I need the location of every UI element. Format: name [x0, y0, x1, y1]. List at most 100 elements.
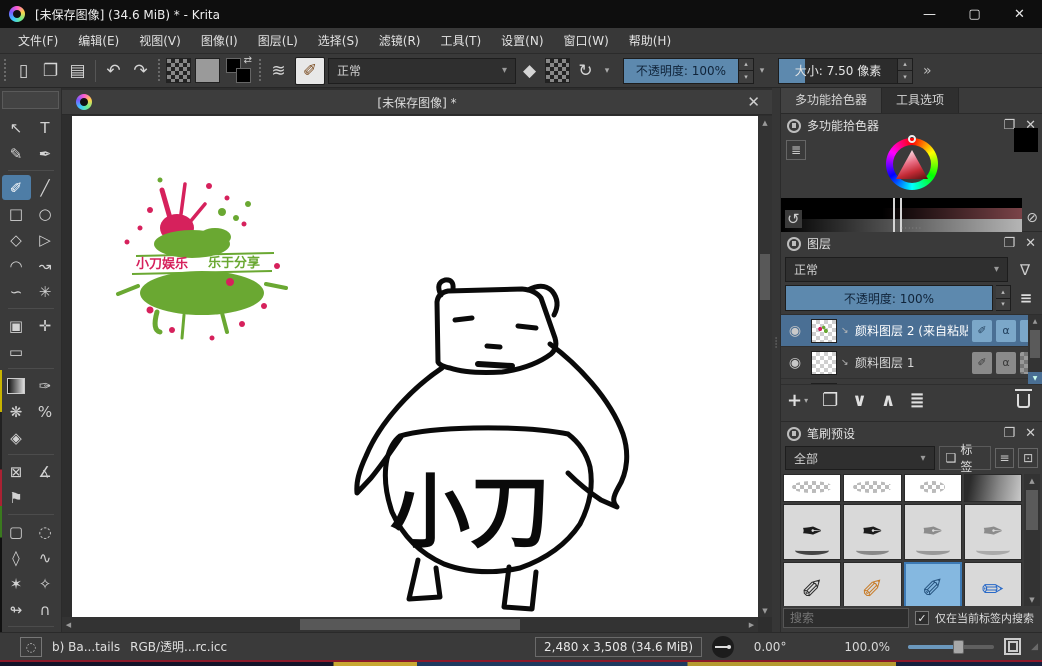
- blending-mode-select[interactable]: 正常 ▾: [328, 58, 516, 84]
- scroll-right-icon[interactable]: ▶: [745, 617, 758, 632]
- brush-preset-watercolor-selected[interactable]: ✐: [904, 562, 962, 606]
- current-brush-name[interactable]: b) Ba...tails: [52, 640, 120, 654]
- lock-icon[interactable]: [787, 237, 801, 251]
- menu-file[interactable]: 文件(F): [8, 28, 68, 54]
- dock-splitter[interactable]: [772, 88, 780, 632]
- background-color[interactable]: [236, 68, 251, 83]
- visibility-eye-icon[interactable]: ◉: [783, 323, 807, 339]
- scroll-down-icon[interactable]: ▼: [1024, 593, 1040, 606]
- subwindow-titlebar[interactable]: [未保存图像] * ✕: [62, 90, 772, 115]
- menu-tools[interactable]: 工具(T): [430, 28, 491, 54]
- menu-help[interactable]: 帮助(H): [619, 28, 681, 54]
- fg-bg-color-chooser[interactable]: ⇄: [225, 57, 252, 84]
- scroll-up-icon[interactable]: ▲: [1028, 315, 1042, 327]
- brush-preset-eraser-circle[interactable]: [843, 474, 901, 502]
- menu-edit[interactable]: 编辑(E): [68, 28, 129, 54]
- brush-preset-eraser-small[interactable]: [904, 474, 962, 502]
- tool-polygon-select[interactable]: ◊: [2, 545, 31, 570]
- canvas-vscrollbar[interactable]: ▲ ▼: [758, 116, 772, 617]
- tool-ellipse-select[interactable]: ◌: [31, 519, 60, 544]
- hscroll-thumb[interactable]: [300, 619, 520, 630]
- tool-color-sampler[interactable]: ✑: [31, 373, 60, 398]
- new-document-icon[interactable]: ▯: [10, 57, 37, 84]
- zoom-slider-handle[interactable]: [953, 640, 964, 654]
- preset-scrollbar[interactable]: ▲ ▼: [1024, 474, 1040, 606]
- layer-filter-icon[interactable]: ∇: [1012, 261, 1038, 279]
- pattern-chooser[interactable]: [195, 58, 220, 83]
- swap-colors-icon[interactable]: ⇄: [244, 55, 252, 66]
- save-icon[interactable]: ▤: [64, 57, 91, 84]
- menu-view[interactable]: 视图(V): [129, 28, 191, 54]
- image-size-label[interactable]: 2,480 x 3,508 (34.6 MiB): [535, 637, 702, 657]
- tool-multibrush[interactable]: ✳: [31, 279, 60, 304]
- preset-display-icon[interactable]: ⊡: [1018, 448, 1038, 468]
- tool-polyline[interactable]: ▷: [31, 227, 60, 252]
- rotation-value[interactable]: 0.00°: [744, 640, 796, 654]
- toolbar-grip[interactable]: [257, 59, 263, 83]
- tool-similar-select[interactable]: ✧: [31, 571, 60, 596]
- menu-layer[interactable]: 图层(L): [248, 28, 308, 54]
- layer-row[interactable]: ◉ ↘ 颜料图层 2 (来自粘贴) ✐ α: [781, 315, 1042, 347]
- canvas-hscrollbar[interactable]: ◀ ▶: [62, 617, 758, 632]
- gradient-chooser[interactable]: [166, 58, 191, 83]
- zoom-slider[interactable]: [908, 645, 994, 649]
- tool-assistants[interactable]: ⊠: [2, 459, 31, 484]
- tool-calligraphy[interactable]: ✒: [31, 141, 60, 166]
- layer-row[interactable]: ◉ ↘ 颜料图层 1 ✐ α: [781, 347, 1042, 379]
- tag-button[interactable]: ❑ 标签: [939, 446, 991, 470]
- vscroll-thumb[interactable]: [760, 254, 770, 300]
- toolbar-grip[interactable]: [156, 59, 162, 83]
- tool-patch[interactable]: ❋: [2, 399, 31, 424]
- chevron-down-icon[interactable]: ▾: [754, 58, 770, 84]
- layer-opacity-slider[interactable]: 不透明度: 100%: [785, 285, 993, 311]
- menu-settings[interactable]: 设置(N): [491, 28, 553, 54]
- zoom-value[interactable]: 100.0%: [832, 640, 890, 654]
- inherit-alpha-icon[interactable]: ✐: [972, 320, 992, 342]
- tool-gradient[interactable]: [2, 373, 31, 398]
- move-layer-up-button[interactable]: ∧: [881, 390, 896, 411]
- duplicate-layer-button[interactable]: ❐: [822, 390, 838, 411]
- lock-icon[interactable]: [787, 427, 801, 441]
- tool-polygon[interactable]: ◇: [2, 227, 31, 252]
- scroll-down-icon[interactable]: ▼: [1028, 372, 1042, 384]
- brush-preset-color-pencil-blue[interactable]: ✏: [964, 562, 1022, 606]
- close-panel-icon[interactable]: ✕: [1025, 426, 1036, 441]
- layer-expand-icon[interactable]: ↘: [841, 326, 851, 336]
- spin-up-icon[interactable]: ▴: [739, 59, 753, 71]
- tool-measure[interactable]: ∡: [31, 459, 60, 484]
- menu-window[interactable]: 窗口(W): [554, 28, 619, 54]
- brush-preset-airbrush-soft[interactable]: [964, 474, 1022, 502]
- spin-up-icon[interactable]: ▴: [996, 286, 1010, 298]
- close-panel-icon[interactable]: ✕: [1025, 236, 1036, 251]
- brush-preset-eraser-soft[interactable]: [783, 474, 841, 502]
- color-wheel[interactable]: [886, 138, 938, 190]
- tool-fill[interactable]: ◈: [2, 425, 31, 450]
- layer-lock-icon[interactable]: [972, 384, 992, 385]
- tool-smart-patch[interactable]: %: [31, 399, 60, 424]
- scroll-down-icon[interactable]: ▼: [758, 604, 772, 617]
- menu-select[interactable]: 选择(S): [308, 28, 369, 54]
- workspace-chooser-icon[interactable]: ≋: [265, 57, 292, 84]
- tool-select-shapes[interactable]: ↖: [2, 115, 31, 140]
- inherit-alpha-icon[interactable]: ✐: [972, 352, 992, 374]
- tool-freehand-path[interactable]: ↝: [31, 253, 60, 278]
- tool-dynamic-brush[interactable]: ∽: [2, 279, 31, 304]
- toolbar-grip[interactable]: [2, 59, 8, 83]
- eraser-mode-icon[interactable]: ◆: [516, 57, 543, 84]
- visibility-eye-icon[interactable]: ◉: [783, 355, 807, 371]
- tool-move[interactable]: ✛: [31, 313, 60, 338]
- layer-list-scrollbar[interactable]: ▲ ▼: [1028, 315, 1042, 384]
- subwindow-close-icon[interactable]: ✕: [747, 93, 760, 111]
- size-spinner[interactable]: ▴ ▾: [898, 58, 913, 84]
- layer-scroll-thumb[interactable]: [1030, 330, 1040, 358]
- float-panel-icon[interactable]: ❐: [1003, 426, 1015, 441]
- layer-expand-icon[interactable]: ↘: [841, 358, 851, 368]
- toolbar-overflow-icon[interactable]: »: [923, 63, 932, 79]
- tool-line[interactable]: ╱: [31, 175, 60, 200]
- hue-marker[interactable]: [908, 135, 916, 143]
- alpha-lock-icon[interactable]: α: [996, 352, 1016, 374]
- tool-crop[interactable]: ▭: [2, 339, 31, 364]
- tool-rect-select[interactable]: ▢: [2, 519, 31, 544]
- scroll-left-icon[interactable]: ◀: [62, 617, 75, 632]
- chevron-down-icon[interactable]: ▾: [599, 58, 615, 84]
